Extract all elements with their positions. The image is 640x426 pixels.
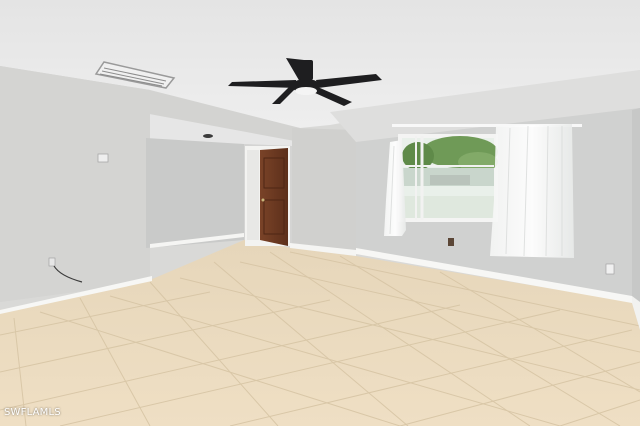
middle-wall xyxy=(292,128,356,256)
left-wall-front xyxy=(0,66,150,302)
thermostat xyxy=(97,153,109,163)
door-knob xyxy=(261,198,265,202)
wall-outlet-middle xyxy=(448,238,454,246)
wall-outlet-right xyxy=(605,263,615,275)
recess-light xyxy=(203,134,213,138)
right-wall-corner xyxy=(632,108,640,330)
room-illustration xyxy=(0,0,640,426)
curtain-right xyxy=(490,124,574,258)
room-photo: SWFLAMLS xyxy=(0,0,640,426)
watermark-text: SWFLAMLS xyxy=(4,407,61,418)
wall-outlet-left xyxy=(48,257,56,267)
door-opening-side xyxy=(247,150,259,240)
back-wall-left xyxy=(146,138,244,248)
